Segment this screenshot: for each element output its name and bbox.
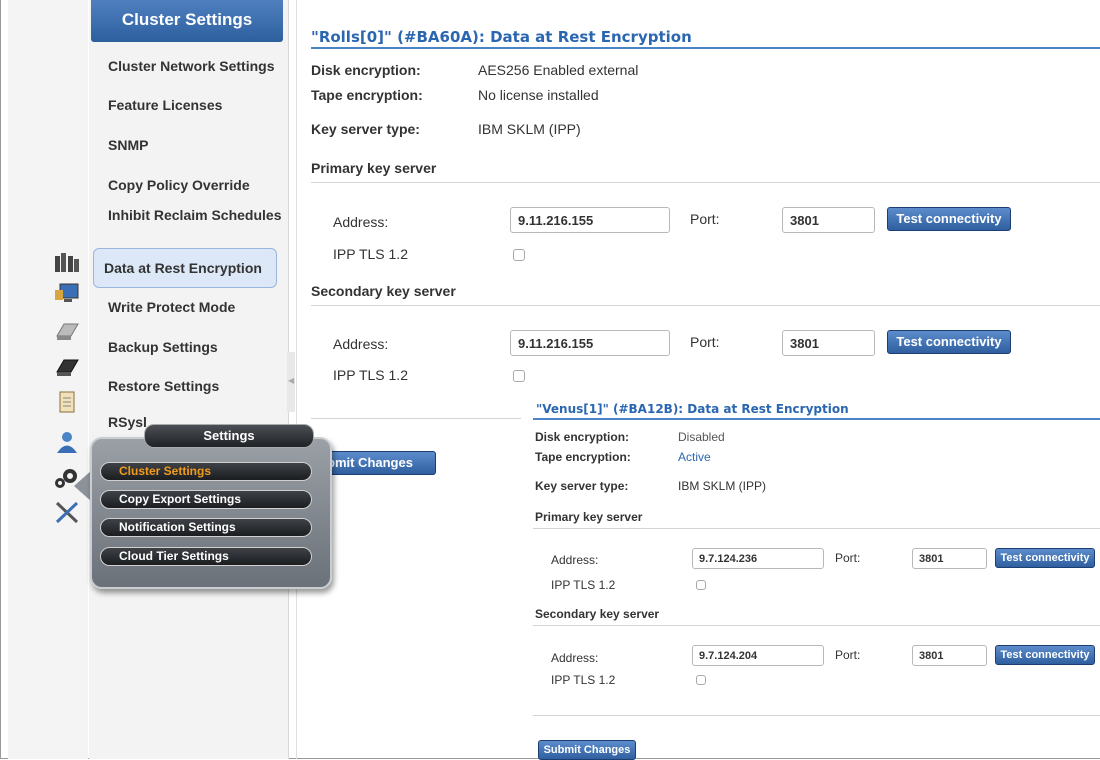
settings-popup-title: Settings: [144, 424, 314, 448]
section-divider: [311, 305, 1100, 306]
key-server-type-value: IBM SKLM (IPP): [478, 121, 581, 137]
secondary-test-connectivity-button[interactable]: Test connectivity: [887, 330, 1011, 354]
venus-primary-port-label: Port:: [835, 551, 861, 565]
nav-item-restore-settings[interactable]: Restore Settings: [97, 378, 283, 395]
nav-item-snmp[interactable]: SNMP: [97, 137, 283, 154]
venus-primary-tls-label: IPP TLS 1.2: [551, 578, 616, 592]
secondary-tls-label: IPP TLS 1.2: [333, 367, 408, 383]
venus-primary-address-input[interactable]: [692, 548, 824, 569]
virtual-drive-icon[interactable]: [54, 356, 80, 380]
section-divider: [311, 182, 1100, 183]
popup-item-notification-settings[interactable]: Notification Settings: [100, 518, 312, 537]
monitor-icon[interactable]: [54, 282, 80, 306]
venus-secondary-address-input[interactable]: [692, 645, 824, 666]
secondary-address-label: Address:: [333, 336, 389, 352]
secondary-key-server-heading: Secondary key server: [311, 283, 456, 299]
nav-header: Cluster Settings: [91, 0, 283, 42]
secondary-address-input[interactable]: [510, 330, 670, 356]
service-tools-icon[interactable]: [54, 500, 80, 524]
venus-secondary-test-connectivity-button[interactable]: Test connectivity: [995, 645, 1095, 665]
popup-item-cloud-tier-settings[interactable]: Cloud Tier Settings: [100, 547, 312, 566]
nav-item-copy-policy-override[interactable]: Copy Policy Override: [97, 177, 283, 194]
nav-item-inhibit-reclaim-schedules[interactable]: Inhibit Reclaim Schedules: [97, 207, 283, 224]
venus-secondary-port-label: Port:: [835, 648, 861, 662]
disk-encryption-label: Disk encryption:: [311, 62, 421, 78]
venus-primary-port-input[interactable]: [912, 548, 987, 569]
secondary-port-label: Port:: [690, 334, 720, 350]
venus-submit-changes-button[interactable]: Submit Changes: [538, 740, 636, 760]
disk-encryption-value: AES256 Enabled external: [478, 62, 639, 78]
venus-tape-encryption-label: Tape encryption:: [535, 450, 631, 464]
secondary-port-input[interactable]: [782, 330, 875, 356]
title-underline: [533, 418, 1100, 420]
venus-secondary-heading: Secondary key server: [535, 607, 660, 621]
primary-key-server-heading: Primary key server: [311, 160, 437, 176]
tape-encryption-value: No license installed: [478, 87, 599, 103]
primary-port-label: Port:: [690, 211, 720, 227]
primary-address-label: Address:: [333, 214, 389, 230]
primary-test-connectivity-button[interactable]: Test connectivity: [887, 207, 1011, 231]
venus-tape-encryption-value: Active: [678, 450, 711, 464]
primary-port-input[interactable]: [782, 207, 875, 233]
settings-popup-menu: [90, 437, 332, 589]
popup-item-cluster-settings[interactable]: Cluster Settings: [100, 462, 312, 481]
venus-disk-encryption-value: Disabled: [678, 430, 725, 444]
section-divider: [533, 715, 1100, 716]
nav-collapse-handle[interactable]: ◀: [287, 352, 295, 412]
nav-item-cluster-network-settings[interactable]: Cluster Network Settings: [97, 58, 283, 75]
secondary-tls-checkbox[interactable]: [513, 370, 525, 382]
settings-navigation: Cluster Settings Cluster Network Setting…: [89, 0, 289, 759]
tape-encryption-label: Tape encryption:: [311, 87, 423, 103]
nav-item-write-protect-mode[interactable]: Write Protect Mode: [97, 299, 283, 316]
venus-primary-test-connectivity-button[interactable]: Test connectivity: [995, 548, 1095, 568]
section-divider: [311, 418, 521, 419]
venus-panel-title: "Venus[1]" (#BA12B): Data at Rest Encryp…: [536, 402, 849, 416]
panel-divider: [296, 0, 297, 759]
key-server-type-label: Key server type:: [311, 121, 420, 137]
nav-item-feature-licenses[interactable]: Feature Licenses: [97, 97, 283, 114]
venus-secondary-address-label: Address:: [551, 651, 599, 665]
venus-key-server-type-value: IBM SKLM (IPP): [678, 479, 767, 493]
tape-drive-icon[interactable]: [54, 320, 80, 344]
page-title: "Rolls[0]" (#BA60A): Data at Rest Encryp…: [311, 28, 692, 46]
title-underline: [311, 47, 1100, 49]
cluster-icon[interactable]: [54, 250, 80, 274]
icon-rail: [8, 0, 88, 759]
venus-primary-heading: Primary key server: [535, 510, 643, 524]
venus-primary-tls-checkbox[interactable]: [696, 580, 706, 590]
venus-secondary-tls-checkbox[interactable]: [696, 675, 706, 685]
venus-key-server-type-label: Key server type:: [535, 479, 629, 493]
popup-item-copy-export-settings[interactable]: Copy Export Settings: [100, 490, 312, 509]
primary-tls-label: IPP TLS 1.2: [333, 246, 408, 262]
primary-tls-checkbox[interactable]: [513, 249, 525, 261]
nav-item-backup-settings[interactable]: Backup Settings: [97, 339, 283, 356]
venus-secondary-port-input[interactable]: [912, 645, 987, 666]
venus-secondary-tls-label: IPP TLS 1.2: [551, 673, 616, 687]
venus-primary-address-label: Address:: [551, 553, 599, 567]
clipboard-icon[interactable]: [54, 390, 80, 414]
chevron-left-icon: ◀: [288, 376, 295, 385]
venus-disk-encryption-label: Disk encryption:: [535, 430, 630, 444]
section-divider: [533, 528, 1100, 529]
section-divider: [533, 625, 1100, 626]
user-icon[interactable]: [54, 430, 80, 454]
primary-address-input[interactable]: [510, 207, 670, 233]
nav-item-data-at-rest-encryption[interactable]: Data at Rest Encryption: [93, 248, 277, 288]
